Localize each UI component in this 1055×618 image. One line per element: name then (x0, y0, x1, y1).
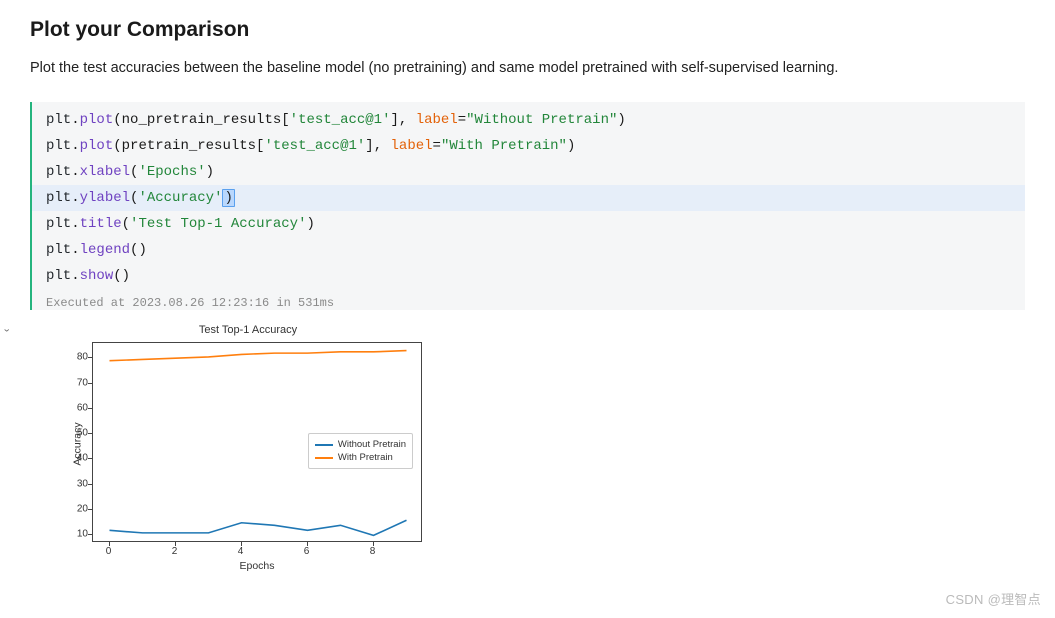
code-cell[interactable]: 1 2 3 4 5 6 7 plt.plot(no_pretrain_resul… (0, 102, 1025, 310)
chart-title: Test Top-1 Accuracy (66, 324, 430, 336)
execution-metadata: Executed at 2023.08.26 12:23:16 in 531ms (32, 292, 1025, 310)
code-line[interactable]: plt.show() (46, 263, 1015, 289)
legend-swatch (315, 457, 333, 459)
collapse-output-icon[interactable]: ⌄ (2, 323, 11, 333)
x-axis-label: Epochs (92, 560, 422, 572)
watermark: CSDN @理智点 (946, 589, 1041, 608)
code-line[interactable]: plt.plot(no_pretrain_results['test_acc@1… (46, 107, 1015, 133)
code-block[interactable]: plt.plot(no_pretrain_results['test_acc@1… (30, 102, 1025, 310)
y-tick-label: 40 (77, 453, 88, 464)
code-line[interactable]: plt.title('Test Top-1 Accuracy') (46, 211, 1015, 237)
x-tick-label: 4 (238, 546, 244, 557)
chart: Test Top-1 Accuracy Accuracy Epochs 1020… (30, 322, 430, 568)
cursor-selection: ) (222, 189, 234, 207)
plot-area: Accuracy Epochs 1020304050607080 02468 W… (74, 338, 444, 568)
y-tick-label: 70 (77, 377, 88, 388)
y-tick-label: 50 (77, 428, 88, 439)
series-line (110, 520, 407, 535)
y-tick-label: 60 (77, 402, 88, 413)
x-tick-label: 8 (370, 546, 376, 557)
y-tick-label: 80 (77, 352, 88, 363)
legend-swatch (315, 444, 333, 446)
x-tick-label: 0 (106, 546, 112, 557)
legend-label: With Pretrain (338, 451, 393, 464)
legend-entry: With Pretrain (315, 451, 406, 464)
legend-label: Without Pretrain (338, 438, 406, 451)
y-tick-label: 10 (77, 529, 88, 540)
page-heading: Plot your Comparison (30, 18, 1025, 42)
code-line[interactable]: plt.xlabel('Epochs') (46, 159, 1015, 185)
x-tick-label: 6 (304, 546, 310, 557)
code-line[interactable]: plt.plot(pretrain_results['test_acc@1'],… (46, 133, 1015, 159)
y-tick-label: 20 (77, 504, 88, 515)
output-area: ⌄ Test Top-1 Accuracy Accuracy Epochs 10… (0, 322, 1025, 568)
code-line-active[interactable]: plt.ylabel('Accuracy') (32, 185, 1025, 211)
x-tick-label: 2 (172, 546, 178, 557)
legend-entry: Without Pretrain (315, 438, 406, 451)
code-line[interactable]: plt.legend() (46, 237, 1015, 263)
plot-frame: Without PretrainWith Pretrain (92, 342, 422, 542)
page-description: Plot the test accuracies between the bas… (30, 60, 1025, 76)
chart-legend: Without PretrainWith Pretrain (308, 433, 413, 469)
y-tick-label: 30 (77, 478, 88, 489)
series-line (110, 351, 407, 361)
